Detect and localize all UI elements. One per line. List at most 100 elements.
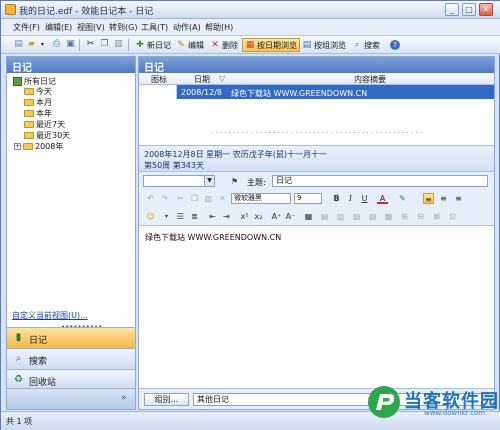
paste-icon[interactable]: ▥ (203, 193, 214, 204)
dropdown-arrow-icon[interactable]: ▾ (37, 39, 48, 50)
copy-icon[interactable]: ❐ (189, 193, 200, 204)
preview-icon[interactable]: ▣ (65, 39, 76, 50)
tree-item-this-year[interactable]: 本年 (24, 108, 52, 119)
table-tool-icon[interactable]: ▧ (351, 211, 362, 222)
search-icon: ⌕ (15, 353, 22, 364)
tree-item-label: 最近30天 (36, 131, 71, 140)
font-name-select[interactable]: 微软雅黑 (231, 193, 291, 204)
minimize-button[interactable]: _ (445, 3, 459, 16)
undo-icon[interactable]: ↶ (145, 193, 156, 204)
dropdown-arrow-icon[interactable]: ▾ (161, 211, 172, 222)
nav-button-recycle-bin[interactable]: ♻ 回收站 (7, 369, 135, 390)
copy-icon[interactable]: ❐ (99, 39, 110, 50)
plus-icon: ✚ (136, 40, 144, 50)
tree-item-today[interactable]: 今天 (24, 86, 52, 97)
outdent-icon[interactable]: ⇤ (207, 211, 218, 222)
category-dropdown[interactable]: ▼ (143, 175, 215, 187)
cut-icon[interactable]: ✂ (175, 193, 186, 204)
customize-view-link[interactable]: 自定义当前视图(U)... (12, 310, 88, 321)
watermark-logo-icon (368, 386, 400, 418)
nav-button-diary[interactable]: ▮ 日记 (7, 327, 135, 348)
list-splitter[interactable]: · · · · · · · · · · · · · · · · · · · · … (139, 130, 494, 137)
column-icon[interactable]: 图标 (151, 74, 167, 85)
chevron-down-icon[interactable]: ▼ (204, 176, 214, 186)
print-icon[interactable]: ⎙ (51, 39, 62, 50)
new-doc-icon[interactable]: ▤ (13, 39, 24, 50)
subject-input[interactable]: 日记 (272, 175, 488, 187)
align-center-icon[interactable]: ≡ (438, 193, 449, 204)
font-size-select[interactable]: 9 (294, 193, 322, 204)
font-color-icon[interactable]: A (377, 193, 388, 204)
column-summary[interactable]: 内容摘要 (354, 74, 386, 85)
grow-font-icon[interactable]: A⁺ (271, 211, 282, 222)
tree-item-last-30-days[interactable]: 最近30天 (24, 130, 70, 141)
diary-main-pane: 日记 图标 日期 ▽ 内容摘要 2008/12/8 绿色下载站 WWW.GREE… (138, 56, 495, 410)
diary-book-icon: ▮ (15, 332, 22, 343)
by-date-view-button[interactable]: ▦ 按日期浏览 (242, 38, 300, 52)
bold-icon[interactable]: B (331, 193, 342, 204)
title-bar[interactable]: 我的日记.edf - 效能日记本 - 日记 _ □ ✕ (1, 1, 500, 19)
superscript-icon[interactable]: x² (239, 211, 250, 222)
table-icon[interactable]: ▦ (303, 211, 314, 222)
flag-icon[interactable]: ⚑ (231, 177, 238, 186)
new-diary-button[interactable]: ✚ 新日记 (132, 38, 174, 52)
menu-file[interactable]: 文件(F) (13, 22, 40, 33)
menu-goto[interactable]: 转到(G) (109, 22, 137, 33)
close-button[interactable]: ✕ (479, 3, 493, 16)
week-info: 第50周 第343天 (144, 161, 204, 170)
edit-button[interactable]: ✎ 编辑 (173, 38, 207, 52)
column-date[interactable]: 日期 (194, 74, 210, 85)
expand-chevron-icon[interactable]: » (121, 393, 127, 403)
subscript-icon[interactable]: x₂ (253, 211, 264, 222)
highlight-icon[interactable]: ✎ (397, 193, 408, 204)
table-tool-icon[interactable]: ▥ (335, 211, 346, 222)
table-tool-icon[interactable]: ⊞ (399, 211, 410, 222)
nav-button-search[interactable]: ⌕ 搜索 (7, 348, 135, 369)
cut-icon[interactable]: ✂ (85, 39, 96, 50)
menu-actions[interactable]: 动作(A) (173, 22, 201, 33)
paste-icon[interactable]: ▥ (113, 39, 124, 50)
search-button[interactable]: ⌕ 搜索 (349, 38, 383, 52)
bullet-list-icon[interactable]: ☰ (175, 211, 186, 222)
expand-plus-icon[interactable]: + (14, 143, 21, 150)
folder-icon (24, 99, 34, 106)
open-folder-icon[interactable]: ▰ (26, 39, 37, 50)
table-tool-icon[interactable]: ▤ (319, 211, 330, 222)
new-diary-label: 新日记 (147, 41, 171, 50)
indent-icon[interactable]: ⇥ (221, 211, 232, 222)
diary-content-editor[interactable]: 绿色下载站 WWW.GREENDOWN.CN (139, 227, 494, 387)
table-row[interactable]: 2008/12/8 绿色下载站 WWW.GREENDOWN.CN (139, 85, 494, 99)
help-icon[interactable]: ? (390, 40, 400, 50)
main-toolbar: ▤ ▰ ▾ ⎙ ▣ ✂ ❐ ▥ ✚ 新日记 ✎ 编辑 ✕ 删除 ▦ 按日期浏览 ▤ 按组浏… (1, 36, 500, 54)
group-button[interactable]: 组别... (144, 393, 189, 406)
date-info: 2008年12月8日 星期一 农历戊子年(鼠)十一月十一 (144, 150, 327, 159)
tree-item-2008[interactable]: +2008年 (14, 141, 63, 152)
table-tool-icon[interactable]: ▩ (383, 211, 394, 222)
menu-bar: 文件(F) 编辑(E) 视图(V) 转到(G) 工具(T) 动作(A) 帮助(H… (1, 19, 500, 36)
align-left-icon[interactable]: ≡ (423, 193, 434, 204)
underline-icon[interactable]: U (359, 193, 370, 204)
emoticon-icon[interactable]: ☺ (145, 211, 156, 222)
table-tool-icon[interactable]: ⊡ (447, 211, 458, 222)
maximize-button[interactable]: □ (462, 3, 476, 16)
numbered-list-icon[interactable]: ≣ (189, 211, 200, 222)
by-group-view-button[interactable]: ▤ 按组浏览 (299, 38, 349, 52)
tree-item-this-month[interactable]: 本月 (24, 97, 52, 108)
tree-item-last-7-days[interactable]: 最近7天 (24, 119, 65, 130)
menu-help[interactable]: 帮助(H) (205, 22, 233, 33)
align-right-icon[interactable]: ≡ (453, 193, 464, 204)
delete-button[interactable]: ✕ 删除 (207, 38, 241, 52)
table-tool-icon[interactable]: ▨ (367, 211, 378, 222)
menu-view[interactable]: 视图(V) (77, 22, 105, 33)
shrink-font-icon[interactable]: A⁻ (285, 211, 296, 222)
delete-icon[interactable]: ✕ (217, 193, 228, 204)
menu-tools[interactable]: 工具(T) (141, 22, 168, 33)
table-tool-icon[interactable]: ⊠ (431, 211, 442, 222)
recycle-icon: ♻ (14, 374, 23, 385)
table-tool-icon[interactable]: ⊟ (415, 211, 426, 222)
menu-edit[interactable]: 编辑(E) (45, 22, 72, 33)
redo-icon[interactable]: ↷ (159, 193, 170, 204)
italic-icon[interactable]: I (345, 193, 356, 204)
pencil-icon: ✎ (177, 40, 185, 50)
subject-row: ▼ ⚑ 主题: 日记 (139, 172, 494, 190)
